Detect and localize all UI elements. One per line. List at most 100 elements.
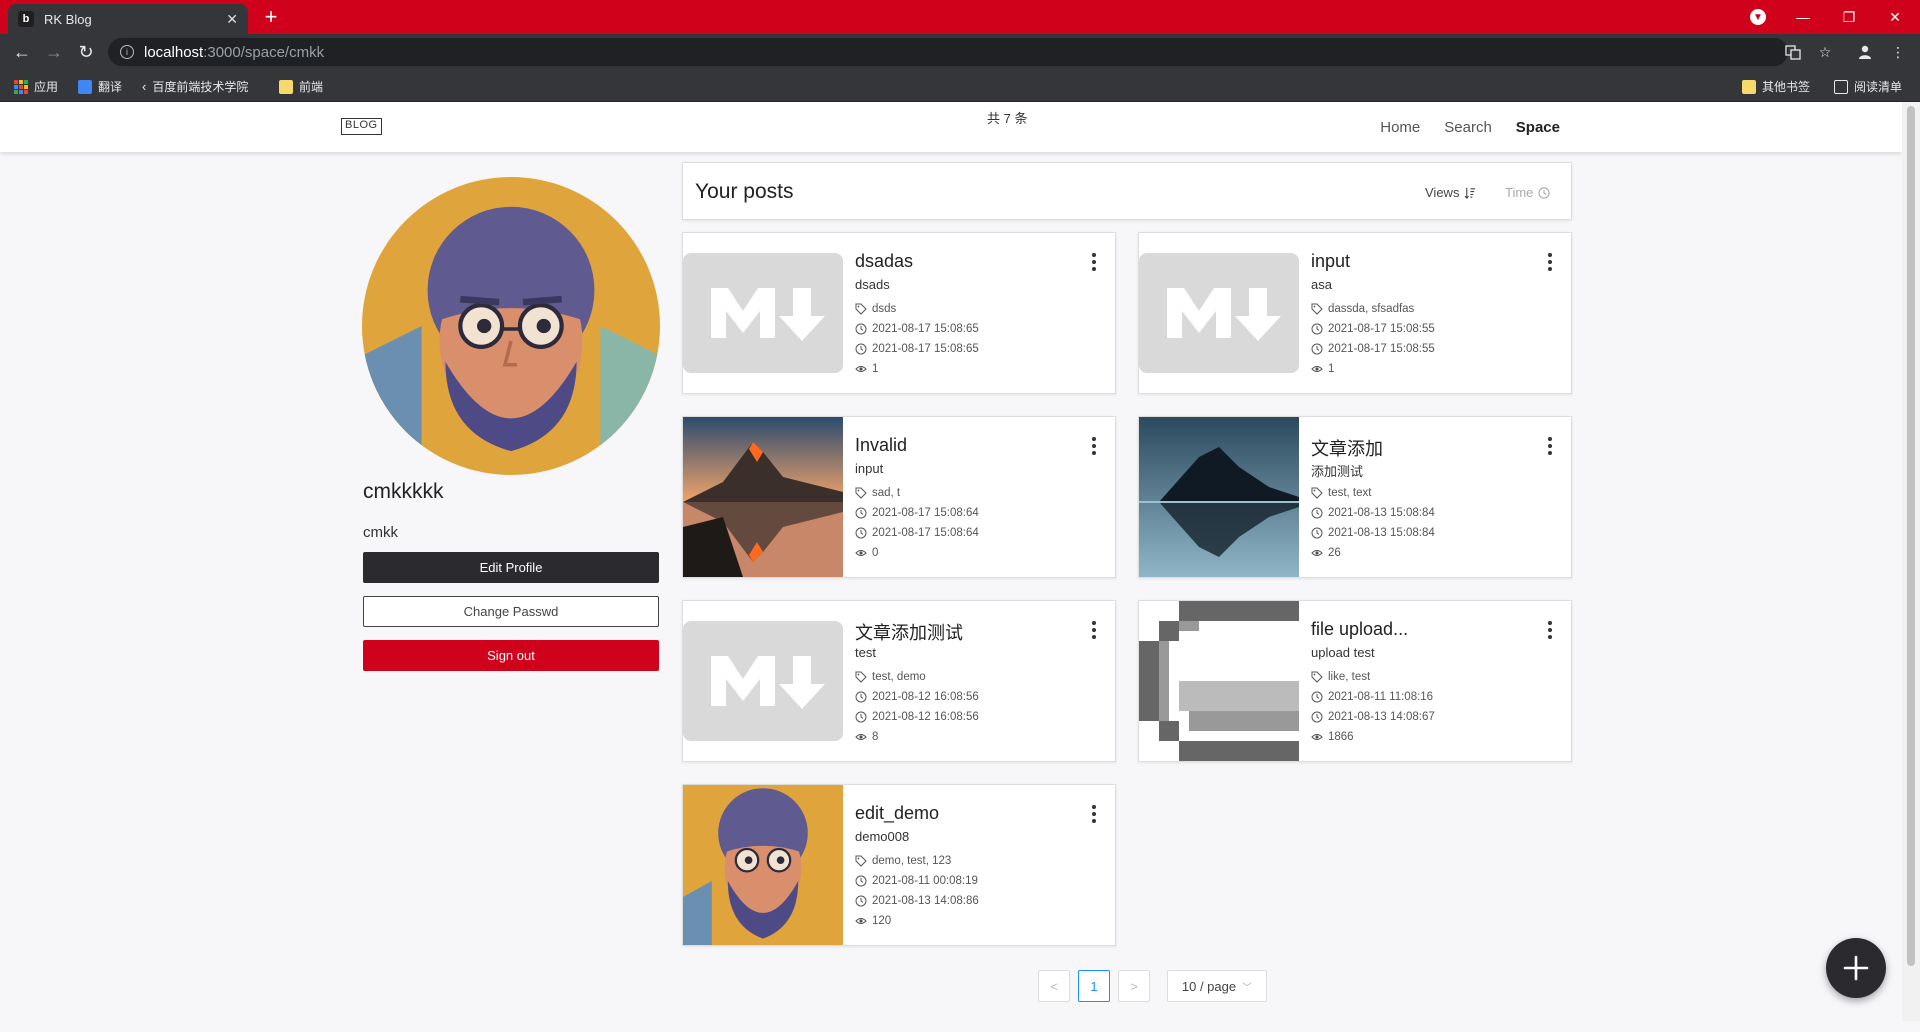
bookmark-folder-frontend[interactable]: 前端 bbox=[279, 78, 323, 95]
post-views-text: 8 bbox=[872, 731, 879, 743]
pagination bbox=[0, 970, 1, 1002]
page-scrollbar[interactable] bbox=[1902, 102, 1920, 1021]
post-card[interactable]: input asa dassda, sfsadfas 2021-08-17 15:08… bbox=[1138, 232, 1572, 394]
post-description: demo008 bbox=[855, 829, 910, 844]
reload-icon[interactable]: ↻ bbox=[74, 40, 98, 64]
post-thumbnail[interactable] bbox=[683, 601, 843, 761]
bookmark-other[interactable]: 其他书签 bbox=[1742, 78, 1810, 95]
back-icon[interactable]: ← bbox=[10, 40, 34, 64]
scrollbar-thumb[interactable] bbox=[1907, 106, 1915, 966]
post-description: upload test bbox=[1311, 645, 1375, 660]
address-bar[interactable]: i localhost :3000/space/cmkk bbox=[108, 38, 1788, 66]
created-time-icon bbox=[855, 875, 867, 887]
edit-profile-button[interactable]: Edit Profile bbox=[363, 552, 659, 583]
more-options-icon[interactable] bbox=[1091, 437, 1097, 455]
new-tab-icon[interactable]: + bbox=[258, 4, 284, 30]
site-info-icon[interactable]: i bbox=[120, 45, 134, 59]
created-time-icon bbox=[855, 507, 867, 519]
post-thumbnail[interactable] bbox=[683, 417, 843, 577]
post-card[interactable]: Invalid input sad, t 2021-08-17 15:08:64 202… bbox=[682, 416, 1116, 578]
extension-icon[interactable]: ▼ bbox=[1750, 9, 1766, 25]
post-views-text: 120 bbox=[872, 915, 892, 927]
post-title[interactable]: Invalid bbox=[855, 435, 907, 456]
favicon-icon: b bbox=[18, 11, 34, 27]
post-card[interactable]: dsadas dsads dsds 2021-08-17 15:08:65 2021-0… bbox=[682, 232, 1116, 394]
menu-kebab-icon[interactable]: ⋮ bbox=[1888, 42, 1908, 62]
tab-close-icon[interactable]: ✕ bbox=[226, 11, 238, 28]
sort-by-time[interactable]: Time bbox=[1505, 185, 1551, 200]
more-options-icon[interactable] bbox=[1547, 253, 1553, 271]
sign-out-button[interactable]: Sign out bbox=[363, 640, 659, 671]
nav-space[interactable]: Space bbox=[1516, 119, 1560, 136]
tag-icon bbox=[855, 671, 867, 683]
post-views: 26 bbox=[1311, 547, 1341, 559]
post-views: 1866 bbox=[1311, 731, 1354, 743]
site-logo[interactable]: BLOG bbox=[341, 118, 382, 135]
post-thumbnail[interactable] bbox=[1139, 417, 1299, 577]
more-options-icon[interactable] bbox=[1091, 805, 1097, 823]
post-description: asa bbox=[1311, 277, 1332, 292]
page-size-select[interactable]: 10 / page ﹀ bbox=[1167, 970, 1267, 1002]
bookmark-reading-list[interactable]: 阅读清单 bbox=[1834, 78, 1902, 95]
more-options-icon[interactable] bbox=[1091, 253, 1097, 271]
bookmark-ife[interactable]: ‹ 百度前端技术学院 bbox=[142, 78, 248, 95]
post-thumbnail[interactable] bbox=[683, 785, 843, 945]
post-card[interactable]: edit_demo demo008 demo, test, 123 2021-08-1… bbox=[682, 784, 1116, 946]
tag-icon bbox=[1311, 671, 1323, 683]
account-icon[interactable] bbox=[1855, 42, 1875, 62]
translate-icon[interactable] bbox=[1783, 42, 1803, 62]
minimize-icon[interactable]: — bbox=[1780, 0, 1826, 34]
post-title[interactable]: 文章添加 bbox=[1311, 435, 1383, 461]
post-title[interactable]: file upload... bbox=[1311, 619, 1408, 640]
bookmark-apps[interactable]: 应用 bbox=[14, 78, 58, 95]
bookmark-label: 翻译 bbox=[98, 80, 123, 94]
pagination-next-button[interactable]: > bbox=[1118, 970, 1150, 1002]
browser-tab[interactable]: b RK Blog ✕ bbox=[8, 4, 248, 34]
restore-icon[interactable]: ❐ bbox=[1826, 0, 1872, 34]
tag-icon bbox=[855, 303, 867, 315]
post-thumbnail[interactable] bbox=[1139, 233, 1299, 393]
post-views: 0 bbox=[855, 547, 878, 559]
post-description: 添加测试 bbox=[1311, 464, 1364, 479]
post-created-text: 2021-08-13 15:08:84 bbox=[1328, 507, 1435, 519]
post-title[interactable]: input bbox=[1311, 251, 1350, 272]
bookmark-translate[interactable]: 翻译 bbox=[78, 78, 122, 95]
post-card[interactable]: 文章添加 添加测试 test, text 2021-08-13 15:08:84 202… bbox=[1138, 416, 1572, 578]
chevron-down-icon: ﹀ bbox=[1242, 982, 1253, 994]
close-window-icon[interactable]: ✕ bbox=[1872, 0, 1918, 34]
post-title[interactable]: edit_demo bbox=[855, 803, 939, 824]
more-options-icon[interactable] bbox=[1547, 621, 1553, 639]
post-tags-text: dassda, sfsadfas bbox=[1328, 303, 1415, 315]
post-created-text: 2021-08-17 15:08:65 bbox=[872, 323, 979, 335]
post-updated-text: 2021-08-13 14:08:86 bbox=[872, 895, 979, 907]
forward-icon[interactable]: → bbox=[42, 40, 66, 64]
post-created: 2021-08-11 11:08:16 bbox=[1311, 691, 1433, 703]
more-options-icon[interactable] bbox=[1091, 621, 1097, 639]
clock-icon bbox=[1538, 186, 1551, 199]
post-updated-text: 2021-08-17 15:08:55 bbox=[1328, 343, 1435, 355]
change-password-button[interactable]: Change Passwd bbox=[363, 596, 659, 627]
updated-time-icon bbox=[855, 895, 867, 907]
post-views: 1 bbox=[1311, 363, 1334, 375]
post-created-text: 2021-08-11 00:08:19 bbox=[872, 875, 978, 887]
more-options-icon[interactable] bbox=[1547, 437, 1553, 455]
bookmark-star-icon[interactable]: ☆ bbox=[1815, 42, 1835, 62]
add-post-button[interactable] bbox=[1826, 938, 1886, 998]
post-title[interactable]: dsadas bbox=[855, 251, 913, 272]
eye-icon bbox=[1311, 550, 1323, 556]
post-thumbnail[interactable] bbox=[1139, 601, 1299, 761]
post-card[interactable]: 文章添加测试 test test, demo 2021-08-12 16:08:56 2… bbox=[682, 600, 1116, 762]
post-card[interactable]: file upload... upload test like, test 2021-… bbox=[1138, 600, 1572, 762]
pagination-prev-button[interactable]: < bbox=[1038, 970, 1070, 1002]
post-thumbnail[interactable] bbox=[683, 233, 843, 393]
post-updated: 2021-08-13 14:08:67 bbox=[1311, 711, 1435, 723]
nav-home[interactable]: Home bbox=[1380, 119, 1420, 136]
nav-search[interactable]: Search bbox=[1444, 119, 1492, 136]
folder-icon bbox=[1742, 79, 1756, 94]
post-views-text: 26 bbox=[1328, 547, 1341, 559]
bookmark-label: 百度前端技术学院 bbox=[152, 80, 249, 94]
sort-by-views[interactable]: Views bbox=[1425, 185, 1476, 200]
created-time-icon bbox=[855, 323, 867, 335]
post-title[interactable]: 文章添加测试 bbox=[855, 619, 963, 645]
pagination-page-1[interactable]: 1 bbox=[1078, 970, 1110, 1002]
